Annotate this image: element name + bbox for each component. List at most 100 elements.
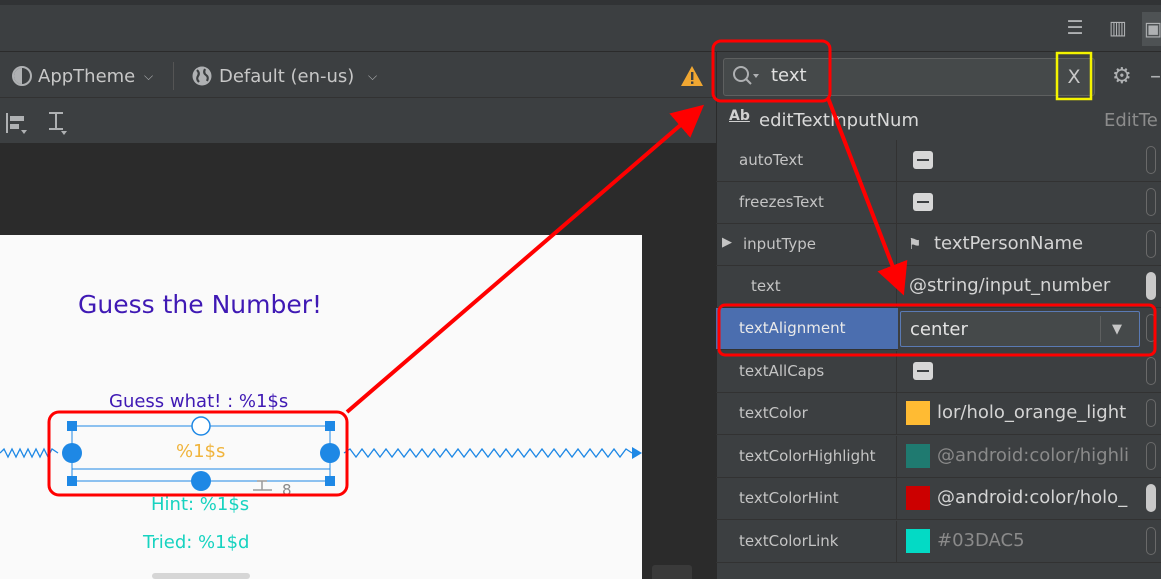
right-constraint-spring[interactable] bbox=[343, 447, 633, 459]
property-name: text bbox=[751, 277, 781, 295]
property-name: textAlignment bbox=[739, 319, 846, 337]
baseline-tool-icon[interactable] bbox=[253, 480, 272, 491]
property-name: textColorHint bbox=[739, 489, 839, 507]
column-divider bbox=[896, 351, 897, 393]
column-divider bbox=[896, 224, 897, 266]
theme-icon bbox=[12, 66, 32, 86]
component-type: EditTe bbox=[1104, 110, 1158, 131]
expand-arrow-icon[interactable]: ▶ bbox=[722, 235, 732, 250]
clear-search-button[interactable]: X bbox=[1059, 58, 1089, 96]
binding-pill[interactable] bbox=[1146, 230, 1156, 258]
property-row-textcolorlink[interactable]: textColorLink #03DAC5 bbox=[716, 521, 1161, 563]
color-swatch[interactable] bbox=[906, 486, 930, 510]
design-view-button[interactable]: ▣ bbox=[1142, 12, 1161, 46]
dropdown-separator bbox=[1100, 316, 1101, 342]
resize-handle-top-right[interactable] bbox=[325, 421, 335, 431]
resize-handle-bottom-left[interactable] bbox=[67, 476, 77, 486]
horizontal-scrollbar[interactable] bbox=[152, 573, 250, 579]
property-value[interactable]: #03DAC5 bbox=[937, 530, 1137, 551]
column-divider bbox=[896, 436, 897, 478]
color-swatch[interactable] bbox=[906, 401, 930, 425]
search-input-value[interactable]: text bbox=[771, 65, 807, 86]
property-row-text[interactable]: text @string/input_number bbox=[716, 266, 1161, 308]
left-anchor-handle[interactable] bbox=[62, 443, 82, 463]
constraint-overlay bbox=[0, 416, 642, 491]
gear-icon[interactable]: ⚙ bbox=[1112, 64, 1132, 89]
bottom-anchor-handle[interactable] bbox=[191, 471, 211, 491]
property-value[interactable]: lor/holo_orange_light bbox=[937, 402, 1137, 423]
binding-pill[interactable] bbox=[1146, 272, 1156, 300]
column-divider bbox=[896, 266, 897, 308]
column-divider bbox=[896, 182, 897, 224]
property-row-textcolorhint[interactable]: textColorHint @android:color/holo_ bbox=[716, 478, 1161, 520]
design-view-icon: ▣ bbox=[1144, 18, 1161, 40]
locale-chevron-down-icon[interactable]: ⌵ bbox=[368, 69, 377, 84]
edittext-type-icon: Ab bbox=[729, 108, 750, 124]
top-anchor-handle[interactable] bbox=[191, 416, 211, 436]
dropdown-arrow-icon[interactable]: ▼ bbox=[1112, 322, 1122, 337]
property-name: textColor bbox=[739, 404, 808, 422]
binding-pill[interactable] bbox=[1146, 527, 1156, 555]
locale-label[interactable]: Default (en-us) bbox=[219, 65, 354, 89]
binding-pill[interactable] bbox=[1146, 314, 1156, 342]
binding-pill[interactable] bbox=[1146, 146, 1156, 174]
property-name: inputType bbox=[743, 235, 817, 253]
flag-icon[interactable]: ⚑ bbox=[908, 235, 921, 253]
title-textview[interactable]: Guess the Number! bbox=[78, 290, 322, 319]
property-value[interactable]: @string/input_number bbox=[909, 275, 1134, 296]
column-divider bbox=[896, 521, 897, 563]
indeterminate-checkbox[interactable] bbox=[913, 151, 933, 169]
theme-label[interactable]: AppTheme bbox=[38, 65, 135, 89]
binding-pill[interactable] bbox=[1146, 484, 1156, 512]
indeterminate-checkbox[interactable] bbox=[913, 193, 933, 211]
property-row-freezestext[interactable]: freezesText bbox=[716, 182, 1161, 224]
align-left-icon[interactable] bbox=[5, 110, 31, 136]
property-value[interactable]: textPersonName bbox=[934, 233, 1134, 254]
component-id[interactable]: editTextInputNum bbox=[759, 110, 919, 131]
property-row-textcolor[interactable]: textColor lor/holo_orange_light bbox=[716, 393, 1161, 435]
property-name: textColorLink bbox=[739, 532, 839, 550]
warning-icon[interactable] bbox=[680, 65, 704, 87]
dropdown-selected-value[interactable]: center bbox=[910, 319, 968, 340]
property-row-textallcaps[interactable]: textAllCaps bbox=[716, 351, 1161, 393]
property-row-autotext[interactable]: autoText bbox=[716, 140, 1161, 182]
tried-textview[interactable]: Tried: %1$d bbox=[143, 532, 249, 553]
zoom-controls-button[interactable] bbox=[652, 565, 692, 579]
more-options-icon[interactable]: – bbox=[1150, 64, 1161, 89]
resize-handle-top-left[interactable] bbox=[67, 421, 77, 431]
color-swatch[interactable] bbox=[906, 444, 930, 468]
resize-handle-bottom-right[interactable] bbox=[325, 476, 335, 486]
property-name: autoText bbox=[739, 151, 804, 169]
alignment-toolbar bbox=[0, 98, 716, 144]
binding-pill[interactable] bbox=[1146, 357, 1156, 385]
column-divider bbox=[896, 140, 897, 182]
color-swatch[interactable] bbox=[906, 529, 930, 553]
property-row-textcolorhighlight[interactable]: textColorHighlight @android:color/highli bbox=[716, 436, 1161, 478]
split-view-icon[interactable]: ▥ bbox=[1107, 17, 1129, 39]
right-constraint-arrow-icon bbox=[632, 447, 642, 459]
binding-pill[interactable] bbox=[1146, 399, 1156, 427]
left-constraint-spring[interactable] bbox=[0, 447, 59, 459]
theme-button[interactable] bbox=[10, 64, 34, 88]
column-divider bbox=[896, 478, 897, 520]
baseline-icon[interactable] bbox=[47, 110, 71, 136]
property-value[interactable]: @android:color/highli bbox=[937, 445, 1137, 466]
top-border bbox=[0, 0, 1161, 5]
binding-pill[interactable] bbox=[1146, 188, 1156, 216]
globe-icon bbox=[192, 66, 212, 86]
search-icon[interactable] bbox=[731, 64, 761, 88]
column-divider bbox=[896, 393, 897, 435]
property-name: freezesText bbox=[739, 193, 824, 211]
property-name: textColorHighlight bbox=[739, 447, 876, 465]
binding-pill[interactable] bbox=[1146, 442, 1156, 470]
code-view-icon[interactable]: ☰ bbox=[1064, 17, 1086, 39]
indeterminate-checkbox[interactable] bbox=[913, 362, 933, 380]
baseline-offset-label: 8 bbox=[282, 481, 292, 499]
property-name: textAllCaps bbox=[739, 362, 825, 380]
top-toolbar bbox=[0, 0, 1161, 52]
property-row-inputtype[interactable]: ▶ inputType ⚑ textPersonName bbox=[716, 224, 1161, 266]
locale-button[interactable] bbox=[190, 64, 214, 88]
property-value[interactable]: @android:color/holo_ bbox=[937, 487, 1137, 508]
theme-chevron-down-icon[interactable]: ⌵ bbox=[144, 69, 153, 84]
right-anchor-handle[interactable] bbox=[320, 443, 340, 463]
